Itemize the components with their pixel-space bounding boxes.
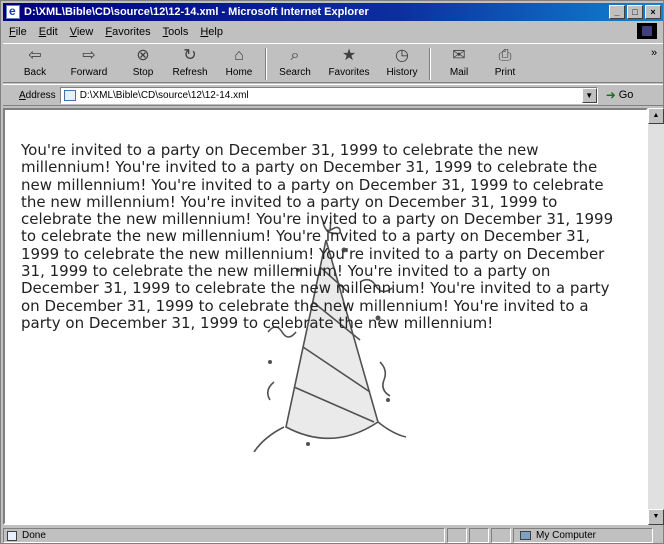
search-button[interactable]: ⌕ Search — [271, 46, 319, 82]
zone-text: My Computer — [536, 530, 597, 541]
history-icon: ◷ — [395, 47, 409, 64]
go-arrow-icon: ➜ — [605, 88, 616, 102]
menu-tools[interactable]: Tools — [157, 26, 195, 38]
favorites-icon: ★ — [341, 47, 357, 64]
back-arrow-icon: ⇦ — [28, 47, 42, 64]
back-button[interactable]: ⇦ Back — [13, 46, 57, 82]
stop-button[interactable]: ⊗ Stop — [123, 46, 163, 82]
forward-label: Forward — [70, 67, 108, 78]
favorites-label: Favorites — [328, 67, 370, 78]
search-icon: ⌕ — [290, 47, 300, 64]
home-button[interactable]: ⌂ Home — [218, 46, 260, 82]
vertical-scrollbar[interactable]: ▲ ▼ — [648, 108, 664, 525]
status-text: Done — [22, 530, 46, 541]
scroll-down-button[interactable]: ▼ — [648, 509, 664, 525]
history-label: History — [386, 67, 418, 78]
close-button[interactable]: × — [645, 5, 661, 19]
toolbar-overflow-label: » — [650, 47, 658, 59]
mail-label: Mail — [449, 67, 469, 78]
favorites-button[interactable]: ★ Favorites — [321, 46, 377, 82]
status-panel — [469, 528, 489, 543]
print-icon: ⎙ — [498, 47, 512, 64]
menu-edit[interactable]: Edit — [33, 26, 64, 38]
menu-view[interactable]: View — [64, 26, 100, 38]
window-title: D:\XML\Bible\CD\source\12\12-14.xml - Mi… — [24, 6, 369, 18]
status-bar: Done My Computer — [3, 527, 663, 544]
address-url[interactable]: D:\XML\Bible\CD\source\12\12-14.xml — [80, 90, 249, 101]
toolbar-separator — [429, 48, 431, 80]
address-label: Address — [19, 89, 56, 101]
stop-icon: ⊗ — [136, 47, 150, 64]
home-label: Home — [225, 67, 253, 78]
page-content: You're invited to a party on December 31… — [3, 108, 648, 525]
standard-toolbar: ⇦ Back ⇨ Forward ⊗ Stop ↻ Refresh ⌂ Home… — [3, 43, 663, 83]
forward-button[interactable]: ⇨ Forward — [63, 46, 115, 82]
title-bar[interactable]: D:\XML\Bible\CD\source\12\12-14.xml - Mi… — [3, 3, 663, 21]
menu-help[interactable]: Help — [194, 26, 229, 38]
stop-label: Stop — [132, 67, 154, 78]
minimize-button[interactable]: _ — [609, 5, 625, 19]
internet-explorer-icon — [6, 4, 20, 19]
address-input[interactable]: D:\XML\Bible\CD\source\12\12-14.xml ▼ — [59, 86, 598, 104]
back-label: Back — [23, 67, 47, 78]
status-message-panel: Done — [3, 528, 445, 543]
invitation-text: You're invited to a party on December 31… — [21, 141, 614, 332]
scroll-up-button[interactable]: ▲ — [648, 108, 664, 124]
go-button[interactable]: ➜ Go — [606, 88, 634, 102]
security-zone-panel: My Computer — [513, 528, 653, 543]
status-panel — [491, 528, 511, 543]
browser-window: D:\XML\Bible\CD\source\12\12-14.xml - Mi… — [0, 0, 664, 544]
computer-icon — [520, 531, 531, 540]
refresh-button[interactable]: ↻ Refresh — [166, 46, 214, 82]
refresh-label: Refresh — [172, 67, 208, 78]
mail-button[interactable]: ✉ Mail — [439, 46, 479, 82]
print-label: Print — [494, 67, 516, 78]
print-button[interactable]: ⎙ Print — [485, 46, 525, 82]
refresh-icon: ↻ — [183, 47, 197, 64]
page-icon — [63, 89, 76, 101]
menu-bar: File Edit View Favorites Tools Help — [3, 22, 663, 41]
windows-logo-icon — [637, 23, 657, 39]
menu-file[interactable]: File — [3, 26, 33, 38]
menu-favorites[interactable]: Favorites — [99, 26, 156, 38]
status-panel — [447, 528, 467, 543]
go-label: Go — [618, 89, 634, 101]
window-controls: _ □ × — [609, 5, 661, 19]
toolbar-overflow-button[interactable]: » — [647, 46, 661, 82]
toolbar-separator — [265, 48, 267, 80]
address-dropdown-button[interactable]: ▼ — [581, 87, 597, 103]
history-button[interactable]: ◷ History — [381, 46, 423, 82]
page-done-icon — [7, 530, 17, 541]
forward-arrow-icon: ⇨ — [82, 47, 96, 64]
mail-icon: ✉ — [452, 47, 466, 64]
maximize-button[interactable]: □ — [627, 5, 643, 19]
home-icon: ⌂ — [234, 47, 244, 64]
search-label: Search — [279, 67, 311, 78]
address-bar: Address D:\XML\Bible\CD\source\12\12-14.… — [3, 84, 663, 106]
